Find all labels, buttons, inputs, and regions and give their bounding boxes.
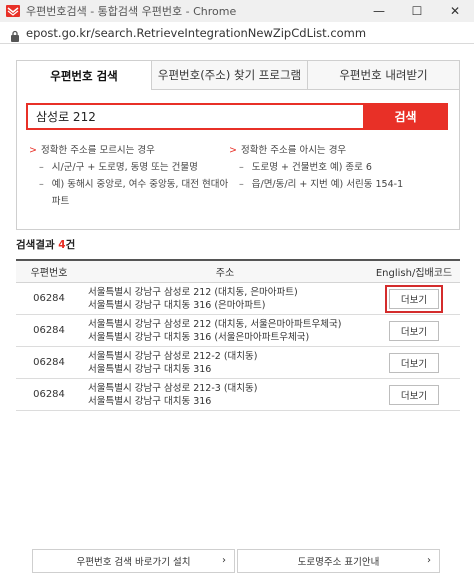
table-row: 06284 서울특별시 강남구 삼성로 212 (대치동, 서울은마아파트우체국… [16,315,460,347]
search-panel: 검색 > 정확한 주소를 모르시는 경우 – 시/군/구 + 도로명, 동명 또… [16,90,460,230]
table-header: 우편번호 주소 English/집배코드 [16,261,460,283]
tab-bar: 우편번호 검색 우편번호(주소) 찾기 프로그램 우편번호 내려받기 [16,60,460,90]
minimize-button[interactable]: — [360,0,398,22]
tab-zipcode-download[interactable]: 우편번호 내려받기 [308,60,460,90]
column-header-address: 주소 [215,268,235,279]
jibun-address[interactable]: 서울특별시 강남구 대치동 316 [88,395,211,408]
result-count-number: 4 [58,239,66,251]
page-content: 우편번호 검색 우편번호(주소) 찾기 프로그램 우편번호 내려받기 검색 > … [0,44,474,587]
maximize-button[interactable]: ☐ [398,0,436,22]
search-button[interactable]: 검색 [363,103,448,130]
zipcode-cell[interactable]: 06284 [16,283,82,314]
help-heading: 정확한 주소를 모르시는 경우 [40,145,155,156]
chevron-right-icon: › [222,555,226,566]
close-button[interactable]: ✕ [436,0,474,22]
zipcode-cell[interactable]: 06284 [16,347,82,378]
address-cell[interactable]: 서울특별시 강남구 삼성로 212 (대치동, 서울은마아파트우체국) 서울특별… [82,315,368,346]
address-bar[interactable]: epost.go.kr/search.RetrieveIntegrationNe… [0,22,474,44]
zipcode-cell[interactable]: 06284 [16,379,82,410]
road-address-guide-button[interactable]: 도로명주소 표기안내 › [237,549,440,573]
url-text: epost.go.kr/search.RetrieveIntegrationNe… [26,25,367,40]
help-item: 읍/면/동/리 + 지번 예) 서린동 154-1 [251,179,404,190]
chevron-right-icon: > [29,145,37,156]
column-header-zipcode: 우편번호 [30,268,68,279]
tab-zipcode-search[interactable]: 우편번호 검색 [16,60,152,90]
jibun-address[interactable]: 서울특별시 강남구 대치동 316 [88,363,211,376]
road-address[interactable]: 서울특별시 강남구 삼성로 212-2 (대치동) [88,350,257,363]
footer-links: 우편번호 검색 바로가기 설치 › 도로명주소 표기안내 › [32,549,440,573]
help-item: 예) 동해시 중앙로, 여수 중앙동, 대전 현대아파트 [51,179,229,207]
chevron-right-icon: › [427,555,431,566]
search-input[interactable] [26,103,363,130]
address-cell[interactable]: 서울특별시 강남구 삼성로 212 (대치동, 은마아파트) 서울특별시 강남구… [82,283,368,314]
help-item: 시/군/구 + 도로명, 동명 또는 건물명 [51,162,198,173]
more-button[interactable]: 더보기 [389,384,439,405]
window-titlebar: 우편번호검색 - 통합검색 우편번호 - Chrome — ☐ ✕ [0,0,474,22]
search-row: 검색 [26,103,448,130]
dash-icon: – [239,179,244,190]
address-cell[interactable]: 서울특별시 강남구 삼성로 212-3 (대치동) 서울특별시 강남구 대치동 … [82,379,368,410]
table-row: 06284 서울특별시 강남구 삼성로 212-2 (대치동) 서울특별시 강남… [16,347,460,379]
english-cell: 더보기 [368,379,460,410]
dash-icon: – [239,162,244,173]
chevron-right-icon: > [229,145,237,156]
epost-logo-icon [6,4,20,18]
column-header-english: English/집배코드 [375,268,453,279]
more-button[interactable]: 더보기 [389,320,439,341]
results-table: 우편번호 주소 English/집배코드 06284 서울특별시 강남구 삼성로… [16,259,460,411]
highlight-box: 더보기 [385,284,443,313]
dash-icon: – [39,162,44,173]
road-address[interactable]: 서울특별시 강남구 삼성로 212 (대치동, 은마아파트) [88,286,298,299]
help-heading: 정확한 주소를 아시는 경우 [240,145,347,156]
jibun-address[interactable]: 서울특별시 강남구 대치동 316 (서울은마아파트우체국) [88,331,309,344]
jibun-address[interactable]: 서울특별시 강남구 대치동 316 (은마아파트) [88,299,265,312]
more-button[interactable]: 더보기 [389,352,439,373]
english-cell: 더보기 [368,315,460,346]
dash-icon: – [39,179,44,190]
help-item: 도로명 + 건물번호 예) 종로 6 [251,162,372,173]
zipcode-cell[interactable]: 06284 [16,315,82,346]
window-title: 우편번호검색 - 통합검색 우편번호 - Chrome [26,5,237,18]
address-cell[interactable]: 서울특별시 강남구 삼성로 212-2 (대치동) 서울특별시 강남구 대치동 … [82,347,368,378]
install-shortcut-button[interactable]: 우편번호 검색 바로가기 설치 › [32,549,235,573]
table-row: 06284 서울특별시 강남구 삼성로 212-3 (대치동) 서울특별시 강남… [16,379,460,411]
table-row: 06284 서울특별시 강남구 삼성로 212 (대치동, 은마아파트) 서울특… [16,283,460,315]
road-address[interactable]: 서울특별시 강남구 삼성로 212 (대치동, 서울은마아파트우체국) [88,318,341,331]
help-known-address: > 정확한 주소를 아시는 경우 – 도로명 + 건물번호 예) 종로 6 – … [229,142,449,193]
english-cell: 더보기 [368,347,460,378]
lock-icon [10,27,20,42]
more-button[interactable]: 더보기 [389,288,439,309]
tab-zipcode-program[interactable]: 우편번호(주소) 찾기 프로그램 [152,60,308,90]
road-address[interactable]: 서울특별시 강남구 삼성로 212-3 (대치동) [88,382,257,395]
english-cell: 더보기 [368,283,460,314]
help-unknown-address: > 정확한 주소를 모르시는 경우 – 시/군/구 + 도로명, 동명 또는 건… [29,142,229,210]
result-count: 검색결과 4건 [16,239,76,251]
